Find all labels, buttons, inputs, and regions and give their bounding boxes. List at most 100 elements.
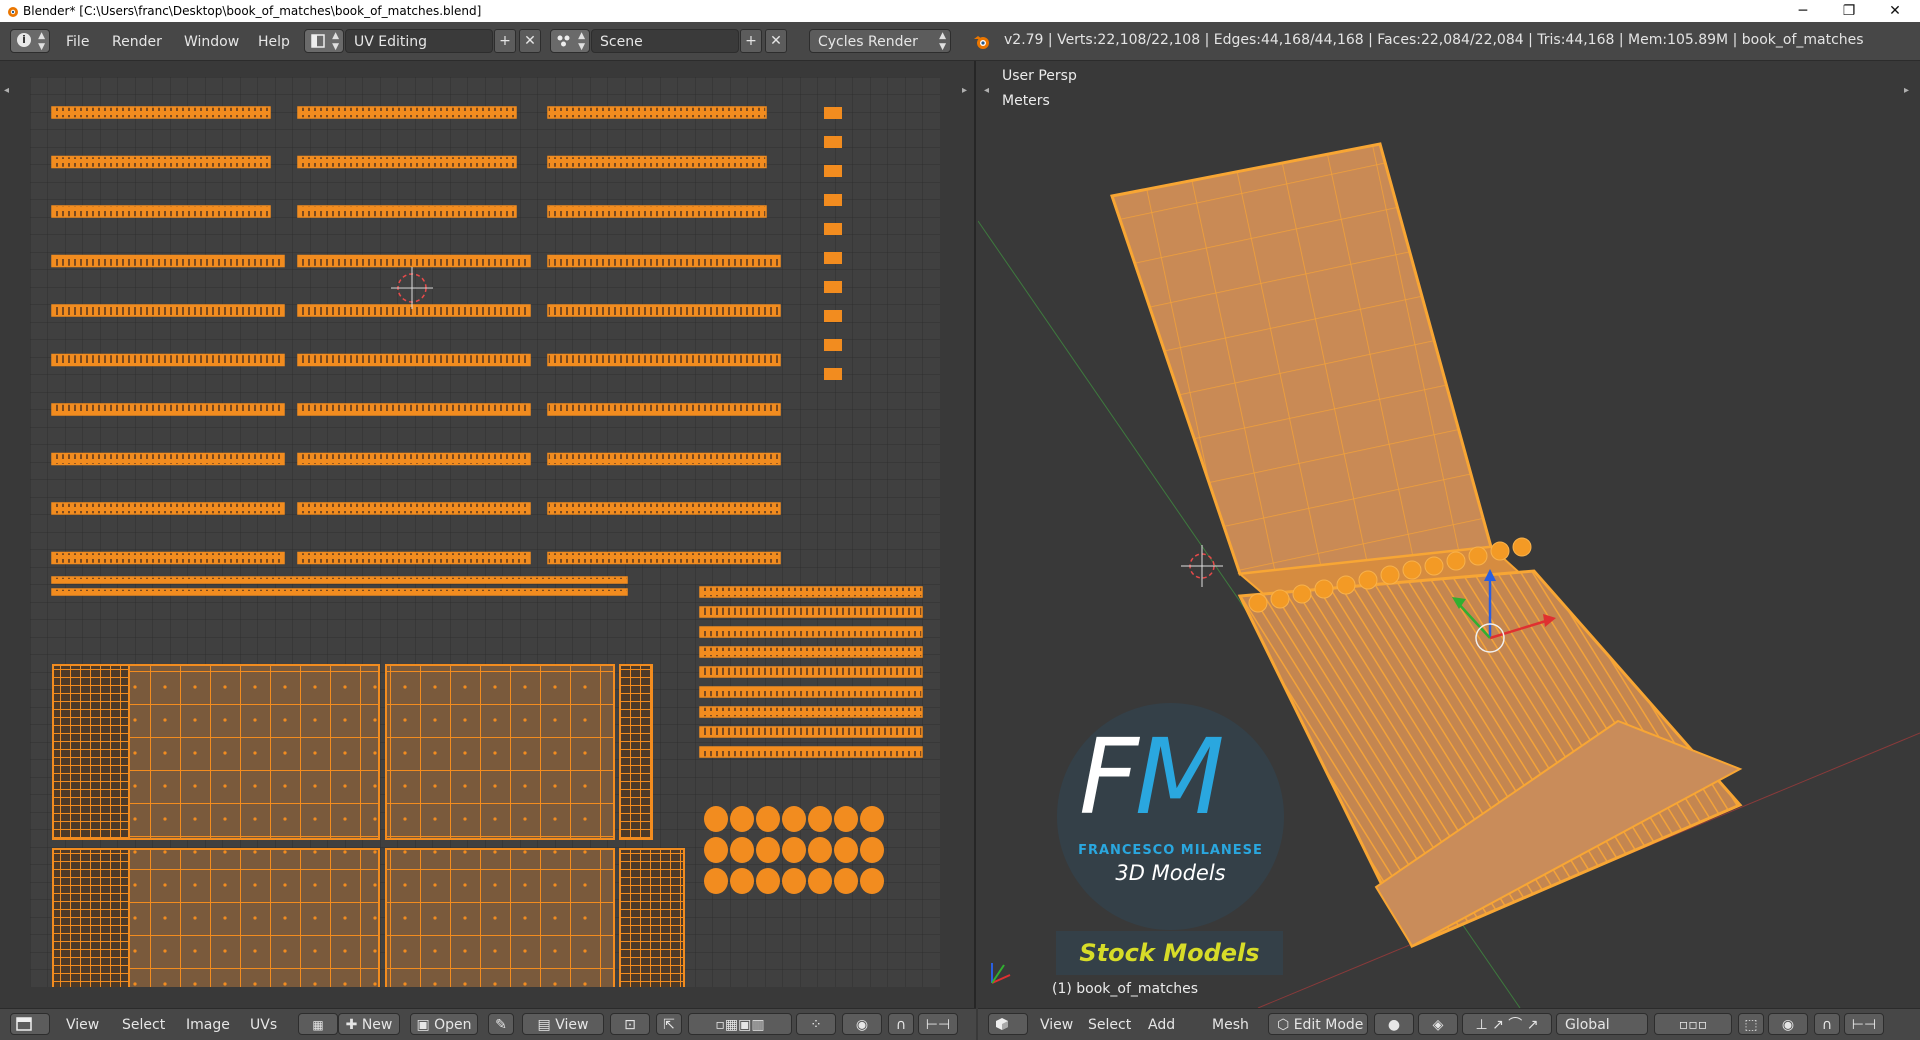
pin-button[interactable]: ✎ [488,1013,514,1035]
uv-island[interactable] [297,403,531,416]
viewport-editor-type-button[interactable] [988,1013,1028,1035]
uv-island[interactable] [699,706,923,718]
uv-island[interactable] [756,868,780,894]
limit-selection-button[interactable]: ⬚ [1738,1013,1764,1035]
add-scene-button[interactable]: + [740,29,762,53]
uv-island[interactable] [808,868,832,894]
uv-island[interactable] [824,136,842,148]
pivot-point-dropdown[interactable]: ◈ [1418,1013,1458,1035]
uv-island[interactable] [547,403,781,416]
3d-viewport[interactable]: ◂ ▸ User Persp Meters (1) book_of_matche… [978,61,1920,1008]
uv-island[interactable] [547,304,781,317]
transform-orientation-dropdown[interactable]: Global [1556,1013,1648,1035]
uv-island[interactable] [730,806,754,832]
uv-island[interactable] [756,806,780,832]
add-layout-button[interactable]: + [494,29,516,53]
uv-menu-image[interactable]: Image [186,1017,230,1033]
uv-menu-select[interactable]: Select [122,1017,165,1033]
uv-island[interactable] [51,155,271,169]
viewport-menu-select[interactable]: Select [1088,1017,1131,1033]
uv-island[interactable] [297,205,517,218]
close-window-button[interactable]: ✕ [1872,0,1918,22]
uv-island[interactable] [51,551,285,565]
scene-name-field[interactable]: Scene [591,29,739,53]
remove-layout-button[interactable]: ✕ [519,29,541,53]
viewport-menu-view[interactable]: View [1040,1017,1073,1033]
viewport-snap-target-dropdown[interactable]: ⊢⊣ [1844,1013,1884,1035]
browse-image-button[interactable]: ▦ [298,1013,338,1035]
uv-image-editor[interactable]: ◂ ▸ [0,61,976,1008]
uv-island[interactable] [547,502,781,515]
uv-menu-uvs[interactable]: UVs [250,1017,277,1033]
uv-island[interactable] [547,551,781,565]
uv-island[interactable] [824,252,842,264]
uv-island[interactable] [547,106,767,119]
uv-island[interactable] [51,576,628,584]
uv-island[interactable] [52,664,130,840]
mesh-select-mode-buttons[interactable]: ▫▫▫ [1654,1013,1732,1035]
viewport-proportional-edit-dropdown[interactable]: ◉ [1768,1013,1808,1035]
uv-island[interactable] [704,806,728,832]
uv-island[interactable] [51,304,285,317]
toolshelf-toggle-icon[interactable]: ◂ [4,85,9,96]
uv-island[interactable] [297,155,517,169]
scene-type-button[interactable]: ▲ ▼ [550,29,590,53]
select-mode-buttons[interactable]: ▫▦▣▥ [688,1013,792,1035]
uv-island[interactable] [860,868,884,894]
viewport-snap-button[interactable]: ∩ [1814,1013,1840,1035]
remove-scene-button[interactable]: ✕ [765,29,787,53]
uv-island[interactable] [782,806,806,832]
uv-island[interactable] [834,837,858,863]
sticky-mode-dropdown[interactable]: ⁘ [796,1013,836,1035]
uv-island[interactable] [619,848,685,987]
uv-island[interactable] [52,848,130,987]
uv-island[interactable] [699,646,923,658]
uv-island[interactable] [824,107,842,119]
3d-cursor-icon[interactable] [1181,545,1223,587]
uv-island[interactable] [704,868,728,894]
uv-island[interactable] [51,205,271,218]
minimize-button[interactable]: ─ [1780,0,1826,22]
sync-selection-button[interactable]: ⇱ [656,1013,682,1035]
uv-layout-canvas[interactable] [30,77,940,987]
uv-island[interactable] [547,205,767,218]
uv-editor-type-button[interactable] [10,1013,50,1035]
new-image-button[interactable]: ✚ New [338,1013,400,1035]
uv-island[interactable] [824,310,842,322]
uv-island[interactable] [128,848,380,987]
proportional-edit-dropdown[interactable]: ◉ [842,1013,882,1035]
uv-island[interactable] [824,194,842,206]
snap-target-dropdown[interactable]: ⊢⊣ [918,1013,958,1035]
editor-type-info-button[interactable]: i ▲ ▼ [10,29,50,53]
uv-island[interactable] [547,452,781,466]
uv-island[interactable] [730,837,754,863]
uv-island[interactable] [756,837,780,863]
shading-dropdown[interactable]: ● [1374,1013,1414,1035]
uv-island[interactable] [699,686,923,698]
uv-island[interactable] [782,837,806,863]
uv-island[interactable] [51,353,285,367]
uv-island[interactable] [547,353,781,367]
viewport-menu-mesh[interactable]: Mesh [1212,1017,1249,1033]
uv-island[interactable] [730,868,754,894]
uv-view-mode-dropdown[interactable]: ▤ View [522,1013,604,1035]
uv-island[interactable] [51,452,285,466]
uv-island[interactable] [699,666,923,678]
uv-island[interactable] [51,254,285,268]
uv-island[interactable] [699,626,923,638]
uv-island[interactable] [824,281,842,293]
menu-window[interactable]: Window [184,31,239,53]
uv-island[interactable] [704,837,728,863]
snap-button[interactable]: ∩ [888,1013,914,1035]
menu-render[interactable]: Render [112,31,162,53]
uv-island[interactable] [699,746,923,758]
uv-island[interactable] [699,586,923,598]
uv-island[interactable] [824,165,842,177]
uv-island[interactable] [834,868,858,894]
uv-island[interactable] [51,502,285,515]
uv-island[interactable] [808,837,832,863]
uv-island[interactable] [51,588,628,596]
uv-island[interactable] [297,353,531,367]
pivot-dropdown[interactable]: ⊡ [610,1013,650,1035]
layout-name-field[interactable]: UV Editing [345,29,493,53]
